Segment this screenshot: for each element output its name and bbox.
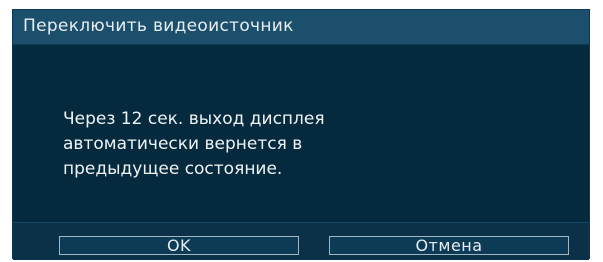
ok-button[interactable]: OK: [59, 236, 299, 255]
dialog-footer: OK Отмена: [13, 222, 589, 260]
dialog-message: Через 12 сек. выход дисплея автоматическ…: [63, 107, 543, 182]
message-line-3: предыдущее состояние.: [63, 159, 283, 179]
dialog-title-bar: Переключить видеоисточник: [13, 10, 589, 45]
dialog-title: Переключить видеоисточник: [23, 16, 294, 36]
message-line-2: автоматически вернется в: [63, 134, 303, 154]
message-line-1: Через 12 сек. выход дисплея: [63, 109, 325, 129]
switch-video-source-dialog: Переключить видеоисточник Через 12 сек. …: [12, 9, 590, 260]
cancel-button[interactable]: Отмена: [329, 236, 569, 255]
